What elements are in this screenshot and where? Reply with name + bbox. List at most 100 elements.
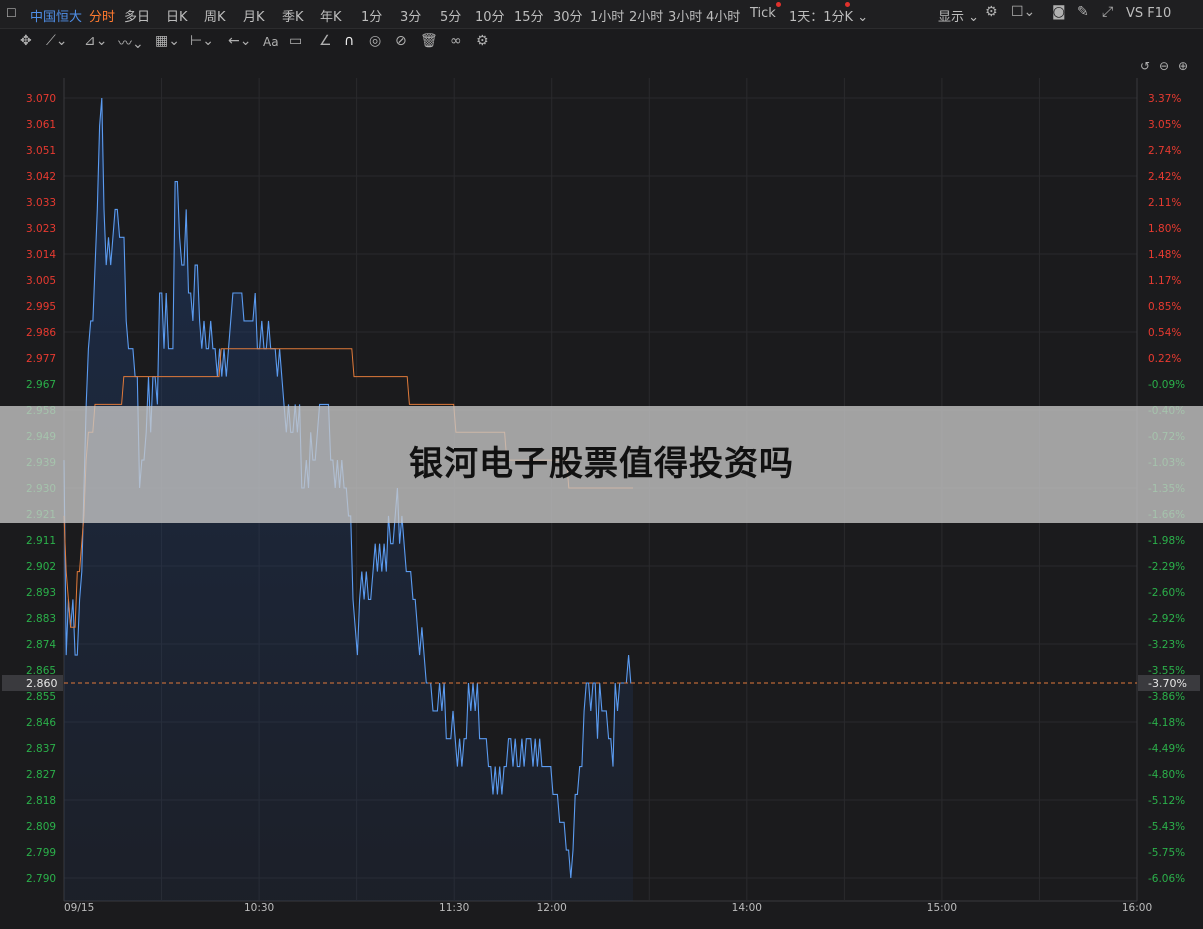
- time-tick: 14:00: [732, 902, 762, 914]
- percent-tick: 0.85%: [1148, 301, 1181, 313]
- period-tab-17[interactable]: Tick: [750, 6, 776, 21]
- percent-tick: 2.74%: [1148, 145, 1181, 157]
- percent-tick: -5.75%: [1148, 847, 1185, 859]
- pen-icon[interactable]: ✎: [1077, 4, 1089, 20]
- fib-icon[interactable]: ⊿⌄: [84, 33, 107, 49]
- time-tick: 11:30: [439, 902, 469, 914]
- hide-icon[interactable]: ⊘: [395, 33, 407, 49]
- price-tick: 2.995: [26, 301, 56, 313]
- magnet-icon[interactable]: ∩: [344, 33, 354, 49]
- percent-tick: 2.11%: [1148, 197, 1181, 209]
- price-tick: 3.033: [26, 197, 56, 209]
- wave-icon[interactable]: 〰⌄: [118, 33, 144, 53]
- combo-label: 1天：1分K: [789, 10, 854, 25]
- percent-tick: 1.17%: [1148, 275, 1181, 287]
- combo-selector[interactable]: 1天：1分K ⌄: [789, 6, 868, 25]
- line-icon[interactable]: ⟋⌄: [46, 33, 68, 49]
- percent-tick: 2.42%: [1148, 171, 1181, 183]
- price-tick: 2.818: [26, 795, 56, 807]
- period-tab-1[interactable]: 多日: [124, 6, 150, 25]
- period-tab-8[interactable]: 3分: [400, 6, 421, 25]
- price-tick: 2.790: [26, 873, 56, 885]
- combo-indicator-dot: [845, 2, 850, 7]
- period-tab-4[interactable]: 月K: [243, 6, 265, 25]
- trash-icon[interactable]: 🗑: [420, 33, 438, 49]
- period-tab-10[interactable]: 10分: [475, 6, 505, 25]
- chevron-down-icon: ⌄: [968, 10, 980, 25]
- period-tab-3[interactable]: 周K: [204, 6, 226, 25]
- zoom-out-icon[interactable]: ⊖: [1159, 59, 1169, 73]
- percent-tick: 3.05%: [1148, 119, 1181, 131]
- eye-icon[interactable]: ◎: [369, 33, 381, 49]
- display-label: 显示: [938, 10, 965, 25]
- time-tick: 10:30: [244, 902, 274, 914]
- note-icon[interactable]: ▭: [289, 33, 302, 49]
- price-tick: 2.967: [26, 379, 56, 391]
- percent-tick: 0.22%: [1148, 353, 1181, 365]
- period-tab-14[interactable]: 2小时: [629, 6, 663, 25]
- percent-tick: -5.12%: [1148, 795, 1185, 807]
- current-price-label: 2.860: [26, 677, 58, 690]
- price-tick: 3.042: [26, 171, 56, 183]
- period-tab-9[interactable]: 5分: [440, 6, 461, 25]
- gann-icon[interactable]: ▦⌄: [155, 33, 180, 49]
- period-tab-13[interactable]: 1小时: [590, 6, 624, 25]
- percent-tick: -2.92%: [1148, 613, 1185, 625]
- price-tick: 2.977: [26, 353, 56, 365]
- percent-tick: -4.80%: [1148, 769, 1185, 781]
- fullscreen-icon[interactable]: ⤢: [1102, 4, 1113, 20]
- time-tick: 16:00: [1122, 902, 1152, 914]
- period-tab-7[interactable]: 1分: [361, 6, 382, 25]
- period-tab-16[interactable]: 4小时: [706, 6, 740, 25]
- percent-tick: -2.60%: [1148, 587, 1185, 599]
- layout-icon[interactable]: ☐⌄: [1011, 4, 1035, 20]
- percent-tick: -2.29%: [1148, 561, 1185, 573]
- period-tab-2[interactable]: 日K: [166, 6, 188, 25]
- symbol-name[interactable]: 中国恒大: [30, 6, 82, 25]
- period-tab-6[interactable]: 年K: [320, 6, 342, 25]
- reset-icon[interactable]: ↺: [1140, 59, 1150, 73]
- tick-indicator-dot: [776, 2, 781, 7]
- price-tick: 2.893: [26, 587, 56, 599]
- percent-tick: -6.06%: [1148, 873, 1185, 885]
- period-tab-5[interactable]: 季K: [282, 6, 304, 25]
- price-tick: 2.846: [26, 717, 56, 729]
- price-tick: 2.855: [26, 691, 56, 703]
- display-menu[interactable]: 显示 ⌄: [938, 6, 979, 25]
- percent-tick: -5.43%: [1148, 821, 1185, 833]
- price-tick: 2.902: [26, 561, 56, 573]
- f10-button[interactable]: VS F10: [1126, 6, 1171, 21]
- period-tab-0[interactable]: 分时: [89, 6, 115, 25]
- price-tick: 3.023: [26, 223, 56, 235]
- link-icon[interactable]: ∞: [450, 33, 462, 49]
- percent-tick: 0.54%: [1148, 327, 1181, 339]
- price-tick: 3.014: [26, 249, 56, 261]
- time-axis: 09/15 10:30 11:30 12:00 14:00 15:00 16:00: [64, 902, 1152, 914]
- price-tick: 2.837: [26, 743, 56, 755]
- price-tick: 3.005: [26, 275, 56, 287]
- time-tick: 12:00: [537, 902, 567, 914]
- period-tab-12[interactable]: 30分: [553, 6, 583, 25]
- percent-tick: -0.09%: [1148, 379, 1185, 391]
- move-icon[interactable]: ✥: [20, 33, 32, 49]
- drawing-toolbar: ✥ ⟋⌄ ⊿⌄ 〰⌄ ▦⌄ ⊢⌄ ←⌄ Aa ▭ ∠ ∩ ◎ ⊘ 🗑 ∞ ⚙: [0, 29, 1203, 55]
- panel-toggle-icon[interactable]: ☐: [6, 6, 17, 20]
- percent-tick: 1.80%: [1148, 223, 1181, 235]
- price-tick: 2.883: [26, 613, 56, 625]
- period-tab-15[interactable]: 3小时: [668, 6, 702, 25]
- price-tick: 2.799: [26, 847, 56, 859]
- period-tab-11[interactable]: 15分: [514, 6, 544, 25]
- banner-title: 银河电子股票值得投资吗: [409, 444, 794, 484]
- price-tick: 3.051: [26, 145, 56, 157]
- settings-gear-icon[interactable]: ⚙: [985, 4, 998, 20]
- price-tick: 2.827: [26, 769, 56, 781]
- arrow-icon[interactable]: ←⌄: [228, 33, 251, 49]
- zoom-in-icon[interactable]: ⊕: [1178, 59, 1188, 73]
- range-icon[interactable]: ⊢⌄: [190, 33, 214, 49]
- percent-tick: 3.37%: [1148, 93, 1181, 105]
- ruler-icon[interactable]: ∠: [319, 33, 332, 49]
- settings-icon[interactable]: ⚙: [476, 33, 489, 49]
- price-tick: 3.070: [26, 93, 56, 105]
- text-icon[interactable]: Aa: [263, 35, 279, 49]
- camera-icon[interactable]: ◙: [1052, 4, 1066, 20]
